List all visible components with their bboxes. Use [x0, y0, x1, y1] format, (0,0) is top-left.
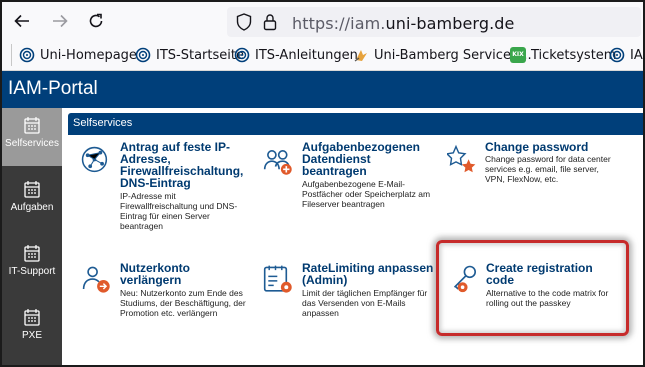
ratelimit-gear-icon	[263, 265, 292, 293]
forward-button[interactable]	[48, 9, 72, 33]
back-button[interactable]	[10, 9, 34, 33]
uni-logo-icon	[135, 47, 151, 63]
sidebar-item-aufgaben[interactable]: Aufgaben	[2, 172, 62, 230]
section-header: Selfservices	[68, 113, 643, 135]
uni-logo-icon	[609, 47, 625, 63]
tile-desc-line: Fileserver beantragen	[302, 199, 385, 209]
tile-desc-line: Postfächer oder Speicherplatz am	[302, 189, 431, 199]
tile-description: IP-Adresse mit Firewallfreischaltung und…	[120, 191, 237, 231]
bookmark-label: ITS-Startseite	[156, 47, 244, 63]
forward-arrow-icon	[53, 14, 68, 28]
section-title: Selfservices	[73, 117, 133, 129]
sidebar: Selfservices Aufgaben IT-Support PXE	[2, 108, 62, 365]
tile-desc-line: anpassen	[302, 308, 339, 318]
reload-icon	[89, 13, 103, 28]
page-title[interactable]: IAM-Portal	[8, 78, 98, 100]
tile-title: Nutzerkonto verlängern	[120, 262, 190, 286]
browser-toolbar: https://iam.uni-bamberg.de	[2, 2, 643, 40]
user-extend-icon	[82, 266, 110, 293]
tile-desc-line: services e.g. email, file server,	[485, 164, 599, 174]
tile-title-line: beantragen	[302, 164, 367, 178]
portal-header: IAM-Portal	[2, 71, 643, 108]
tile-description: Aufgabenbezogene E-Mail- Postfächer oder…	[302, 179, 430, 209]
tile-desc-line: Studiums, der Beschäftigung, der	[120, 298, 246, 308]
address-bar[interactable]: https://iam.uni-bamberg.de	[227, 7, 641, 37]
kix-icon: KIX	[510, 47, 526, 63]
tile-desc-line: beantragen	[120, 221, 164, 231]
tile-ip-firewall-dns[interactable]: Antrag auf feste IP- Adresse, Firewallfr…	[80, 141, 250, 231]
tile-desc-line: Eintrag für einen Server	[120, 211, 210, 221]
tile-title: Change password	[485, 141, 588, 153]
lock-icon[interactable]	[263, 13, 277, 31]
network-icon	[81, 146, 108, 173]
tile-title: RateLimiting anpassen (Admin)	[302, 262, 433, 286]
tile-change-password[interactable]: Change password Change password for data…	[447, 141, 627, 211]
tile-ratelimiting[interactable]: RateLimiting anpassen (Admin) Limit der …	[262, 262, 442, 332]
bookmark-overflow[interactable]: IA	[609, 46, 643, 64]
url-prefix: https://iam.	[292, 14, 386, 33]
tile-nutzerkonto-verlaengern[interactable]: Nutzerkonto verlängern Neu: Nutzerkonto …	[80, 262, 260, 332]
tile-desc-line: VPN, FlexNow, etc.	[485, 174, 559, 184]
bookmark-label: IA	[630, 47, 643, 63]
password-star-icon	[447, 144, 476, 173]
shield-icon[interactable]	[236, 13, 252, 31]
sidebar-item-label: PXE	[21, 330, 42, 341]
tile-title: Antrag auf feste IP- Adresse, Firewallfr…	[120, 141, 243, 189]
bookmark-label: Ticketsystem	[531, 47, 617, 63]
tile-datendienst[interactable]: Aufgabenbezogenen Datendienst beantragen…	[262, 141, 442, 221]
sidebar-item-selfservices[interactable]: Selfservices	[2, 108, 62, 166]
calendar-icon	[24, 245, 40, 262]
tile-desc-line: Firewallfreischaltung und DNS-	[120, 201, 238, 211]
tile-title-line: Change password	[485, 140, 589, 154]
tile-title-line: (Admin)	[302, 273, 348, 287]
tile-title-line: verlängern	[120, 273, 182, 287]
bookmark-ticketsystem[interactable]: KIX Ticketsystem	[510, 46, 616, 64]
tile-title: Aufgabenbezogenen Datendienst beantragen	[302, 141, 420, 177]
tile-description: Limit der täglichen Empfänger für das Ve…	[302, 288, 427, 318]
bookmark-label: ITS-Anleitungen	[255, 47, 358, 63]
bookmark-uni-homepage[interactable]: Uni-Homepage	[19, 46, 137, 64]
uni-logo-icon	[234, 47, 250, 63]
back-arrow-icon	[14, 14, 29, 28]
bookmark-servicedesk[interactable]: Uni-Bamberg Serviced...	[353, 46, 532, 64]
group-add-icon	[263, 150, 292, 175]
highlight-frame	[436, 240, 629, 336]
bookmarks-separator	[11, 44, 12, 66]
tile-title-line: DNS-Eintrag	[120, 176, 191, 190]
tile-desc-line: Promotion etc. verlängern	[120, 308, 218, 318]
bookmark-label: Uni-Homepage	[40, 47, 137, 63]
url-host: uni-bamberg.de	[385, 14, 515, 33]
tile-description: Change password for data center services…	[485, 154, 611, 184]
sidebar-item-label: IT-Support	[8, 266, 56, 277]
uni-logo-icon	[19, 47, 35, 63]
calendar-icon	[24, 309, 40, 326]
servicedesk-icon	[354, 50, 367, 62]
tile-desc-line: Change password for data center	[485, 154, 611, 164]
tile-description: Neu: Nutzerkonto zum Ende des Studiums, …	[120, 288, 246, 318]
bookmark-its-startseite[interactable]: ITS-Startseite	[135, 46, 244, 64]
tile-desc-line: IP-Adresse mit	[120, 191, 176, 201]
tile-desc-line: Limit der täglichen Empfänger für	[302, 288, 428, 298]
sidebar-item-label: Selfservices	[5, 138, 59, 149]
bookmark-its-anleitungen[interactable]: ITS-Anleitungen	[234, 46, 358, 64]
calendar-icon	[24, 117, 40, 134]
calendar-icon	[24, 181, 40, 198]
sidebar-item-pxe[interactable]: PXE	[2, 300, 62, 358]
bookmarks-bar: Uni-Homepage ITS-Startseite ITS-Anleitun…	[2, 40, 643, 71]
url-text: https://iam.uni-bamberg.de	[292, 14, 514, 33]
bookmark-label: Uni-Bamberg Serviced...	[374, 47, 532, 63]
tile-desc-line: Aufgabenbezogene E-Mail-	[302, 179, 406, 189]
reload-button[interactable]	[84, 9, 108, 33]
tile-desc-line: Neu: Nutzerkonto zum Ende des	[120, 288, 243, 298]
tile-desc-line: das Versenden von E-Mails	[302, 298, 406, 308]
sidebar-item-label: Aufgaben	[10, 202, 54, 213]
sidebar-item-it-support[interactable]: IT-Support	[2, 236, 62, 294]
